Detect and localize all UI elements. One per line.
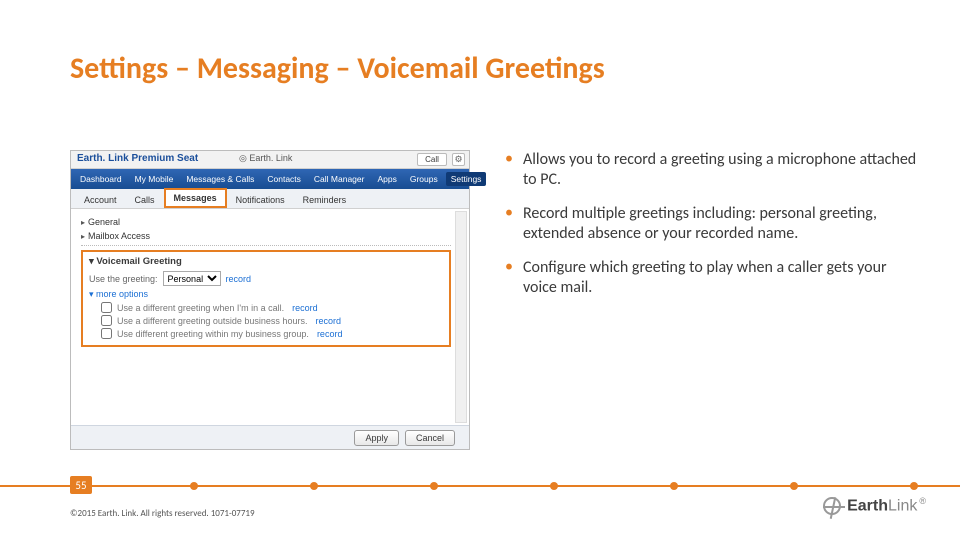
brand-label: Earth. Link Premium Seat [77, 153, 198, 164]
nav-groups[interactable]: Groups [405, 172, 443, 186]
section-general-label: General [88, 217, 120, 227]
opt-business-group-label: Use different greeting within my busines… [117, 329, 309, 339]
record-link[interactable]: record [317, 329, 343, 339]
greeting-option: Use different greeting within my busines… [101, 328, 443, 339]
cancel-button[interactable]: Cancel [405, 430, 455, 446]
nav-call-manager[interactable]: Call Manager [309, 172, 370, 186]
bullet-icon: • [505, 258, 513, 298]
more-options-label: more options [96, 289, 148, 299]
call-button[interactable]: Call [417, 153, 447, 166]
opt-business-group-checkbox[interactable] [101, 328, 112, 339]
apply-button[interactable]: Apply [354, 430, 399, 446]
record-link[interactable]: record [226, 274, 252, 284]
use-greeting-label: Use the greeting: [89, 274, 158, 284]
panel-footer: Apply Cancel [71, 425, 469, 449]
globe-icon [823, 497, 841, 515]
opt-outside-hours-label: Use a different greeting outside busines… [117, 316, 307, 326]
voicemail-greeting-title-text: Voicemail Greeting [96, 256, 181, 267]
greeting-select[interactable]: Personal [163, 271, 221, 286]
list-item: • Record multiple greetings including: p… [505, 204, 920, 244]
bullet-list: • Allows you to record a greeting using … [505, 150, 920, 312]
opt-outside-hours-checkbox[interactable] [101, 315, 112, 326]
settings-body: ▸General ▸Mailbox Access ▾ Voicemail Gre… [71, 209, 469, 425]
registered-icon: ® [919, 496, 926, 506]
tab-messages[interactable]: Messages [164, 188, 227, 208]
nav-my-mobile[interactable]: My Mobile [130, 172, 179, 186]
tab-reminders[interactable]: Reminders [294, 191, 356, 208]
timeline-dot [550, 482, 558, 490]
earthlink-logo-small: ◎ Earth. Link [239, 153, 292, 164]
timeline-dot [190, 482, 198, 490]
greeting-option: Use a different greeting when I'm in a c… [101, 302, 443, 313]
record-link[interactable]: record [292, 303, 318, 313]
chevron-right-icon: ▸ [81, 232, 85, 241]
nav-messages-calls[interactable]: Messages & Calls [181, 172, 259, 186]
opt-in-call-label: Use a different greeting when I'm in a c… [117, 303, 284, 313]
timeline-bar: 55 [0, 485, 960, 487]
opt-in-call-checkbox[interactable] [101, 302, 112, 313]
timeline-dot [310, 482, 318, 490]
gear-icon[interactable]: ⚙ [452, 153, 465, 166]
divider [81, 245, 451, 246]
tab-account[interactable]: Account [75, 191, 126, 208]
copyright-text: ©2015 Earth. Link. All rights reserved. … [70, 508, 255, 519]
footer-logo-bold: Earth [847, 497, 888, 514]
voicemail-greeting-panel: ▾ Voicemail Greeting Use the greeting: P… [81, 250, 451, 347]
bullet-icon: • [505, 204, 513, 244]
chevron-down-icon: ▾ [89, 256, 94, 267]
bullet-text: Record multiple greetings including: per… [523, 204, 920, 244]
section-general[interactable]: ▸General [81, 217, 451, 227]
timeline-dot [430, 482, 438, 490]
footer-logo: EarthLink® [823, 496, 926, 515]
timeline-dot [670, 482, 678, 490]
list-item: • Configure which greeting to play when … [505, 258, 920, 298]
more-options-toggle[interactable]: ▾ more options [89, 289, 443, 300]
scrollbar[interactable] [455, 211, 467, 423]
timeline-dot [790, 482, 798, 490]
settings-subtabs: Account Calls Messages Notifications Rem… [71, 189, 469, 209]
record-link[interactable]: record [315, 316, 341, 326]
nav-contacts[interactable]: Contacts [262, 172, 306, 186]
tab-notifications[interactable]: Notifications [227, 191, 294, 208]
bullet-text: Configure which greeting to play when a … [523, 258, 920, 298]
voicemail-greeting-title: ▾ Voicemail Greeting [89, 256, 443, 267]
chevron-right-icon: ▸ [81, 218, 85, 227]
page-number-badge: 55 [70, 476, 92, 494]
earthlink-logo-text: Earth. Link [249, 153, 292, 163]
greeting-option: Use a different greeting outside busines… [101, 315, 443, 326]
tab-calls[interactable]: Calls [126, 191, 164, 208]
list-item: • Allows you to record a greeting using … [505, 150, 920, 190]
timeline-dot [910, 482, 918, 490]
footer-logo-light: Link [888, 497, 917, 514]
section-mailbox-access[interactable]: ▸Mailbox Access [81, 231, 451, 241]
section-mailbox-label: Mailbox Access [88, 231, 150, 241]
bullet-text: Allows you to record a greeting using a … [523, 150, 920, 190]
app-header: Earth. Link Premium Seat ◎ Earth. Link C… [71, 151, 469, 169]
app-screenshot: Earth. Link Premium Seat ◎ Earth. Link C… [70, 150, 470, 450]
nav-apps[interactable]: Apps [372, 172, 401, 186]
bullet-icon: • [505, 150, 513, 190]
nav-settings[interactable]: Settings [446, 172, 487, 186]
nav-dashboard[interactable]: Dashboard [75, 172, 127, 186]
main-nav: Dashboard My Mobile Messages & Calls Con… [71, 169, 469, 189]
page-title: Settings – Messaging – Voicemail Greetin… [70, 50, 605, 87]
